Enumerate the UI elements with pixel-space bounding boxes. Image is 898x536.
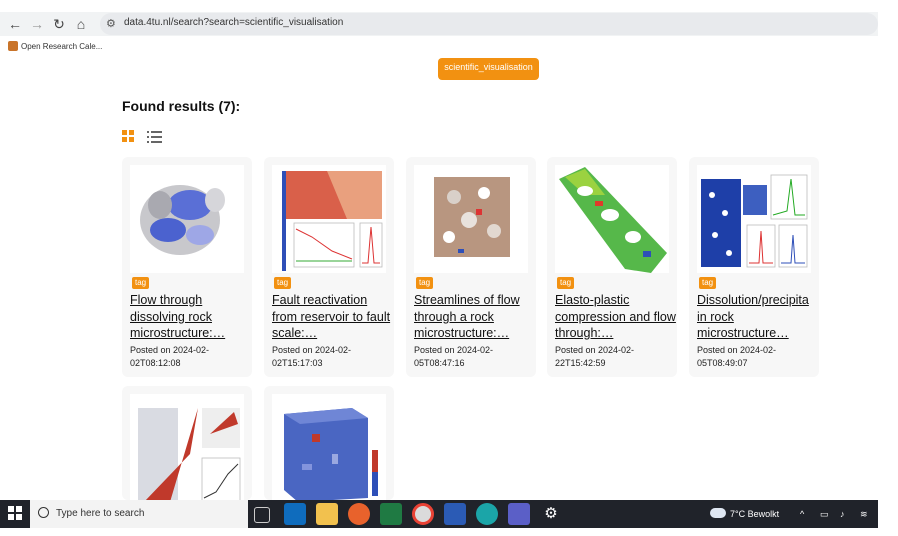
search-term-button[interactable]: scientific_visualisation <box>438 58 539 80</box>
posted-date: Posted on 2024-02-02T08:12:08 <box>130 345 210 368</box>
list-view-icon[interactable] <box>147 130 162 143</box>
result-title-link[interactable]: Fault reactivation from reservoir to fau… <box>272 292 393 341</box>
posted-date: Posted on 2024-02-22T15:42:59 <box>555 345 635 368</box>
result-card[interactable]: tag Fault reactivation from reservoir to… <box>264 157 394 377</box>
dataset-thumbnail[interactable] <box>414 165 528 273</box>
home-icon[interactable]: ⌂ <box>72 15 90 33</box>
teams-icon[interactable] <box>508 503 530 525</box>
result-card[interactable] <box>264 386 394 500</box>
result-title-link[interactable]: Streamlines of flow through a rock micro… <box>414 292 535 341</box>
forward-arrow-icon[interactable]: → <box>28 15 46 33</box>
battery-icon[interactable]: ▭ <box>820 509 829 520</box>
result-card[interactable] <box>122 386 252 500</box>
posted-date: Posted on 2024-02-05T08:49:07 <box>697 345 777 368</box>
result-card[interactable]: tag Dissolution/precipita in rock micros… <box>689 157 819 377</box>
tray-chevron-up-icon[interactable]: ^ <box>800 509 804 519</box>
outlook-icon[interactable] <box>284 503 306 525</box>
windows-start-icon[interactable] <box>8 506 22 520</box>
task-view-icon[interactable] <box>254 507 270 523</box>
dataset-thumbnail[interactable] <box>555 165 669 273</box>
dataset-thumbnail[interactable] <box>130 165 244 273</box>
excel-icon[interactable] <box>380 503 402 525</box>
result-card[interactable]: tag Elasto-plastic compression and flow … <box>547 157 677 377</box>
reload-icon[interactable]: ↻ <box>50 15 68 33</box>
tag-badge[interactable]: tag <box>699 277 717 289</box>
file-explorer-icon[interactable] <box>316 503 338 525</box>
dataset-thumbnail[interactable] <box>697 165 811 273</box>
result-title-link[interactable]: Flow through dissolving rock microstruct… <box>130 292 251 341</box>
dataset-thumbnail[interactable] <box>130 394 244 500</box>
taskbar-search-placeholder[interactable]: Type here to search <box>56 508 144 519</box>
weather-text[interactable]: 7°C Bewolkt <box>730 509 779 519</box>
chrome-icon[interactable] <box>412 503 434 525</box>
url-text[interactable]: data.4tu.nl/search?search=scientific_vis… <box>124 17 343 28</box>
bookmark-favicon-icon <box>8 41 18 51</box>
back-arrow-icon[interactable]: ← <box>6 15 24 33</box>
grid-view-icon[interactable] <box>122 130 135 143</box>
site-info-icon[interactable]: ⚙ <box>106 17 116 30</box>
tag-badge[interactable]: tag <box>557 277 575 289</box>
bookmark-item[interactable]: Open Research Cale... <box>8 41 102 51</box>
word-icon[interactable] <box>444 503 466 525</box>
result-card[interactable]: tag Streamlines of flow through a rock m… <box>406 157 536 377</box>
tag-badge[interactable]: tag <box>416 277 434 289</box>
result-title-link[interactable]: Dissolution/precipita in rock microstruc… <box>697 292 818 341</box>
dataset-thumbnail[interactable] <box>272 394 386 500</box>
tag-badge[interactable]: tag <box>274 277 292 289</box>
tag-badge[interactable]: tag <box>132 277 150 289</box>
result-title-link[interactable]: Elasto-plastic compression and flow thro… <box>555 292 676 341</box>
edge-icon[interactable] <box>476 503 498 525</box>
bookmark-label: Open Research Cale... <box>21 42 103 51</box>
search-icon <box>38 507 49 518</box>
dataset-thumbnail[interactable] <box>272 165 386 273</box>
network-icon[interactable]: ≋ <box>860 509 868 520</box>
result-card[interactable]: tag Flow through dissolving rock microst… <box>122 157 252 377</box>
results-heading: Found results (7): <box>122 98 241 114</box>
firefox-icon[interactable] <box>348 503 370 525</box>
settings-gear-icon[interactable]: ⚙ <box>540 503 562 525</box>
posted-date: Posted on 2024-02-05T08:47:16 <box>414 345 494 368</box>
posted-date: Posted on 2024-02-02T15:17:03 <box>272 345 352 368</box>
weather-cloud-icon <box>710 508 726 518</box>
volume-icon[interactable]: ♪ <box>840 509 845 519</box>
